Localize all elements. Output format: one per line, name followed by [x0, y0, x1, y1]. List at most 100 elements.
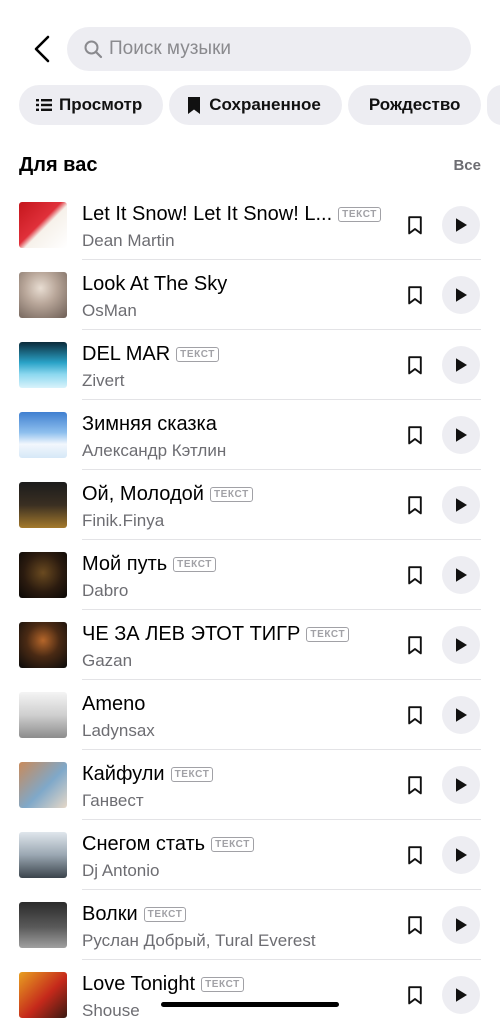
play-button[interactable] — [442, 976, 480, 1014]
track-artist: OsMan — [82, 301, 137, 320]
bookmark-button[interactable] — [406, 354, 424, 376]
title-line: Ой, Молодой ТЕКСТ — [82, 481, 398, 507]
track-row[interactable]: ЧЕ ЗА ЛЕВ ЭТОТ ТИГР ТЕКСТ Gazan — [0, 610, 500, 680]
track-title: Love Tonight — [82, 972, 196, 995]
track-row[interactable]: Снегом стать ТЕКСТ Dj Antonio — [0, 820, 500, 890]
bookmark-button[interactable] — [406, 984, 424, 1006]
track-info: Look At The Sky OsMan — [82, 271, 398, 321]
bookmark-icon — [408, 775, 422, 794]
track-row[interactable]: Ameno Ladynsax — [0, 680, 500, 750]
track-info: Love Tonight ТЕКСТ Shouse — [82, 971, 398, 1018]
title-line: Look At The Sky — [82, 271, 398, 297]
track-title: Ameno — [82, 692, 146, 715]
bookmark-button[interactable] — [406, 774, 424, 796]
track-row[interactable]: Let It Snow! Let It Snow! L... ТЕКСТ Dean … — [0, 190, 500, 260]
track-row[interactable]: Love Tonight ТЕКСТ Shouse — [0, 960, 500, 1018]
track-row[interactable]: Look At The Sky OsMan — [0, 260, 500, 330]
track-info: Кайфули ТЕКСТ Ганвест — [82, 761, 398, 811]
bookmark-button[interactable] — [406, 494, 424, 516]
lyrics-badge: ТЕКСТ — [338, 206, 381, 222]
track-artist: Gazan — [82, 651, 133, 670]
search-bar[interactable] — [67, 27, 471, 71]
bookmark-icon — [408, 495, 422, 514]
chip-label: Рождество — [368, 95, 461, 114]
play-button[interactable] — [442, 906, 480, 944]
bookmark-button[interactable] — [406, 844, 424, 866]
play-button[interactable] — [442, 556, 480, 594]
album-cover — [19, 902, 67, 948]
see-all-link[interactable]: Все — [453, 157, 481, 174]
top-bar — [0, 26, 500, 72]
track-info: Зимняя сказка Александр Кэтлин — [82, 411, 398, 461]
lyrics-badge: ТЕКСТ — [173, 556, 216, 572]
album-cover — [19, 342, 67, 388]
play-button[interactable] — [442, 206, 480, 244]
bookmark-button[interactable] — [406, 284, 424, 306]
bookmark-icon — [408, 985, 422, 1004]
track-title: Let It Snow! Let It Snow! L... — [82, 202, 333, 225]
bookmark-icon — [408, 705, 422, 724]
track-row[interactable]: Ой, Молодой ТЕКСТ Finik.Finya — [0, 470, 500, 540]
track-row[interactable]: DEL MAR ТЕКСТ Zivert — [0, 330, 500, 400]
lyrics-badge: ТЕКСТ — [209, 486, 253, 502]
track-row[interactable]: Зимняя сказка Александр Кэтлин — [0, 400, 500, 470]
track-info: Мой путь ТЕКСТ Dabro — [82, 551, 398, 601]
track-artist: Zivert — [82, 371, 125, 390]
bookmark-button[interactable] — [406, 914, 424, 936]
play-button[interactable] — [442, 766, 480, 804]
title-line: Снегом стать ТЕКСТ — [82, 831, 398, 857]
track-row[interactable]: Кайфули ТЕКСТ Ганвест — [0, 750, 500, 820]
bookmark-icon — [408, 425, 422, 444]
track-title: DEL MAR — [82, 342, 171, 365]
track-row[interactable]: Мой путь ТЕКСТ Dabro — [0, 540, 500, 610]
chip-christmas[interactable]: Рождество — [347, 85, 482, 125]
track-artist: Ladynsax — [82, 721, 155, 740]
album-cover — [19, 412, 67, 458]
title-line: Волки ТЕКСТ — [82, 901, 398, 927]
play-button[interactable] — [442, 836, 480, 874]
bookmark-button[interactable] — [406, 564, 424, 586]
play-button[interactable] — [442, 696, 480, 734]
track-title: Волки — [82, 902, 138, 925]
chip-saved[interactable]: Сохраненное — [169, 85, 342, 125]
play-icon — [456, 358, 467, 372]
play-icon — [456, 288, 467, 302]
play-icon — [456, 638, 467, 652]
track-row[interactable]: Волки ТЕКСТ Руслан Добрый, Tural Everest — [0, 890, 500, 960]
album-cover — [19, 482, 67, 528]
chip-more[interactable] — [487, 85, 500, 125]
play-icon — [456, 498, 467, 512]
play-button[interactable] — [442, 626, 480, 664]
section-title: Для вас — [19, 153, 98, 176]
lyrics-badge: ТЕКСТ — [306, 626, 350, 642]
album-cover — [19, 692, 67, 738]
track-info: Волки ТЕКСТ Руслан Добрый, Tural Everest — [82, 901, 398, 951]
track-title: Look At The Sky — [82, 272, 228, 295]
title-line: Ameno — [82, 691, 398, 717]
bookmark-button[interactable] — [406, 634, 424, 656]
track-info: Ameno Ladynsax — [82, 691, 398, 741]
track-info: ЧЕ ЗА ЛЕВ ЭТОТ ТИГР ТЕКСТ Gazan — [82, 621, 398, 671]
bookmark-button[interactable] — [406, 704, 424, 726]
chip-label: Просмотр — [59, 95, 143, 114]
search-icon — [84, 40, 103, 59]
search-input[interactable] — [109, 38, 449, 60]
track-artist: Dean Martin — [82, 231, 175, 250]
list-icon — [36, 97, 52, 113]
play-button[interactable] — [442, 416, 480, 454]
play-button[interactable] — [442, 276, 480, 314]
track-list: Let It Snow! Let It Snow! L... ТЕКСТ Dean … — [0, 190, 500, 1018]
bookmark-icon — [408, 915, 422, 934]
bookmark-button[interactable] — [406, 424, 424, 446]
track-title: Ой, Молодой — [82, 482, 204, 505]
play-icon — [456, 568, 467, 582]
chip-browse[interactable]: Просмотр — [19, 85, 164, 125]
back-button[interactable] — [28, 34, 56, 64]
play-icon — [456, 848, 467, 862]
filter-chips: Просмотр Сохраненное Рождество — [19, 85, 500, 125]
album-cover — [19, 202, 67, 248]
track-info: Let It Snow! Let It Snow! L... ТЕКСТ Dean … — [82, 201, 398, 251]
play-button[interactable] — [442, 346, 480, 384]
bookmark-button[interactable] — [406, 214, 424, 236]
play-button[interactable] — [442, 486, 480, 524]
